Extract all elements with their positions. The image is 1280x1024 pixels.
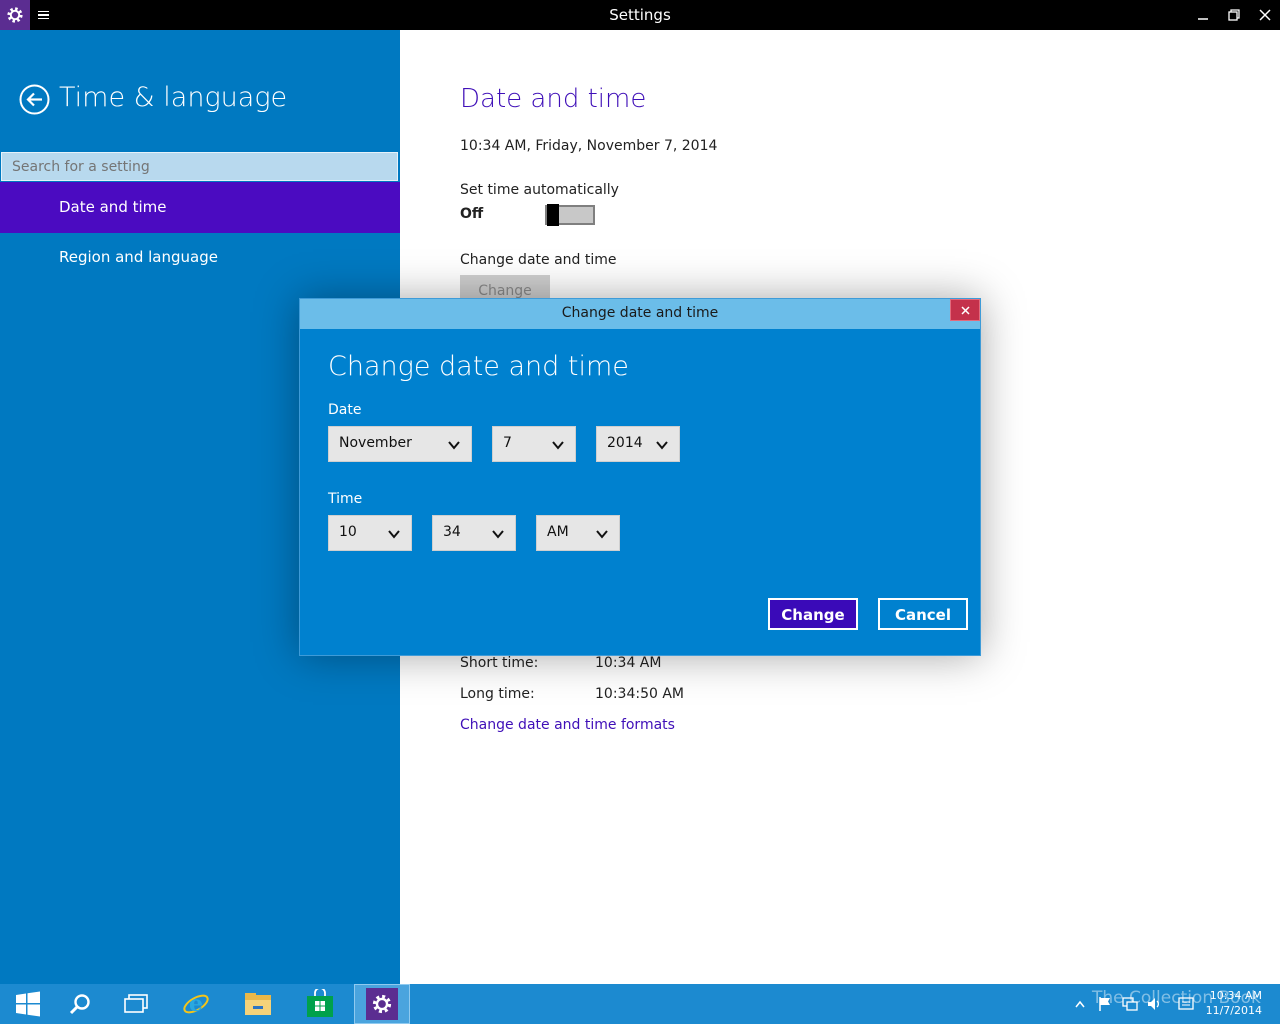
internet-explorer-icon: e	[183, 991, 209, 1017]
dialog-heading: Change date and time	[328, 351, 629, 382]
hour-value: 10	[339, 524, 357, 540]
dialog-change-button[interactable]: Change	[768, 598, 858, 630]
taskbar-clock[interactable]: 10:34 AM 11/7/2014	[1206, 988, 1262, 1018]
sidebar-item-region-and-language[interactable]: Region and language	[0, 232, 400, 283]
store-button[interactable]	[292, 984, 348, 1024]
dialog-cancel-button[interactable]: Cancel	[878, 598, 968, 630]
back-arrow-icon[interactable]	[19, 84, 50, 115]
current-datetime: 10:34 AM, Friday, November 7, 2014	[460, 138, 718, 154]
flag-icon[interactable]	[1097, 996, 1113, 1012]
sidebar-item-date-and-time[interactable]: Date and time	[0, 182, 400, 233]
hour-select[interactable]: 10	[328, 515, 412, 551]
day-select[interactable]: 7	[492, 426, 576, 462]
toggle-state-label: Off	[460, 206, 484, 222]
change-section-label: Change date and time	[460, 252, 617, 268]
chevron-down-icon	[656, 441, 668, 450]
day-value: 7	[503, 435, 512, 451]
dialog-titlebar: Change date and time	[300, 299, 980, 329]
chevron-down-icon	[448, 441, 460, 450]
window-title: Settings	[609, 6, 671, 24]
short-time-label: Short time:	[460, 655, 539, 671]
network-icon[interactable]	[1122, 996, 1138, 1012]
minute-value: 34	[443, 524, 461, 540]
dialog-close-button[interactable]	[950, 299, 980, 321]
change-formats-link[interactable]: Change date and time formats	[460, 717, 675, 733]
ampm-select[interactable]: AM	[536, 515, 620, 551]
tray-chevron-up-icon[interactable]	[1072, 996, 1088, 1012]
change-datetime-dialog: Change date and time Change date and tim…	[299, 298, 981, 656]
internet-explorer-button[interactable]: e	[168, 984, 224, 1024]
folder-icon	[245, 993, 271, 1015]
long-time-value: 10:34:50 AM	[595, 686, 684, 702]
toggle-knob	[547, 204, 559, 226]
sidebar-title: Time & language	[59, 82, 288, 113]
page-title: Date and time	[460, 84, 647, 114]
store-bag-icon	[307, 989, 333, 1017]
start-button[interactable]	[0, 984, 56, 1024]
date-label: Date	[328, 402, 362, 418]
clock-date: 11/7/2014	[1205, 1004, 1262, 1017]
action-center-icon[interactable]	[1178, 996, 1194, 1012]
taskbar: e The Collection Book 10:34 AM 11/7/2014	[0, 984, 1280, 1024]
search-input[interactable]	[1, 152, 398, 181]
settings-taskbar-button[interactable]	[354, 984, 410, 1024]
gear-icon	[366, 988, 398, 1020]
windows-logo-icon	[16, 991, 40, 1017]
restore-button[interactable]	[1218, 0, 1250, 30]
long-time-label: Long time:	[460, 686, 535, 702]
ampm-value: AM	[547, 524, 569, 540]
set-time-auto-label: Set time automatically	[460, 182, 619, 198]
month-value: November	[339, 435, 412, 451]
chevron-down-icon	[388, 530, 400, 539]
set-time-auto-toggle[interactable]	[545, 204, 595, 226]
volume-icon[interactable]	[1147, 996, 1163, 1012]
clock-time: 10:34 AM	[1209, 989, 1262, 1002]
chevron-down-icon	[552, 441, 564, 450]
task-view-button[interactable]	[108, 984, 164, 1024]
minimize-button[interactable]	[1187, 0, 1219, 30]
time-label: Time	[328, 491, 363, 507]
search-icon	[69, 994, 90, 1015]
year-select[interactable]: 2014	[596, 426, 680, 462]
svg-text:e: e	[189, 991, 203, 1017]
chevron-down-icon	[596, 530, 608, 539]
minute-select[interactable]: 34	[432, 515, 516, 551]
task-view-icon	[124, 994, 148, 1013]
close-button[interactable]	[1249, 0, 1280, 30]
dialog-window-title: Change date and time	[561, 305, 719, 321]
file-explorer-button[interactable]	[230, 984, 286, 1024]
chevron-down-icon	[492, 530, 504, 539]
short-time-value: 10:34 AM	[595, 655, 662, 671]
title-bar: Settings	[0, 0, 1280, 30]
year-value: 2014	[607, 435, 643, 451]
month-select[interactable]: November	[328, 426, 472, 462]
search-button[interactable]	[52, 984, 108, 1024]
